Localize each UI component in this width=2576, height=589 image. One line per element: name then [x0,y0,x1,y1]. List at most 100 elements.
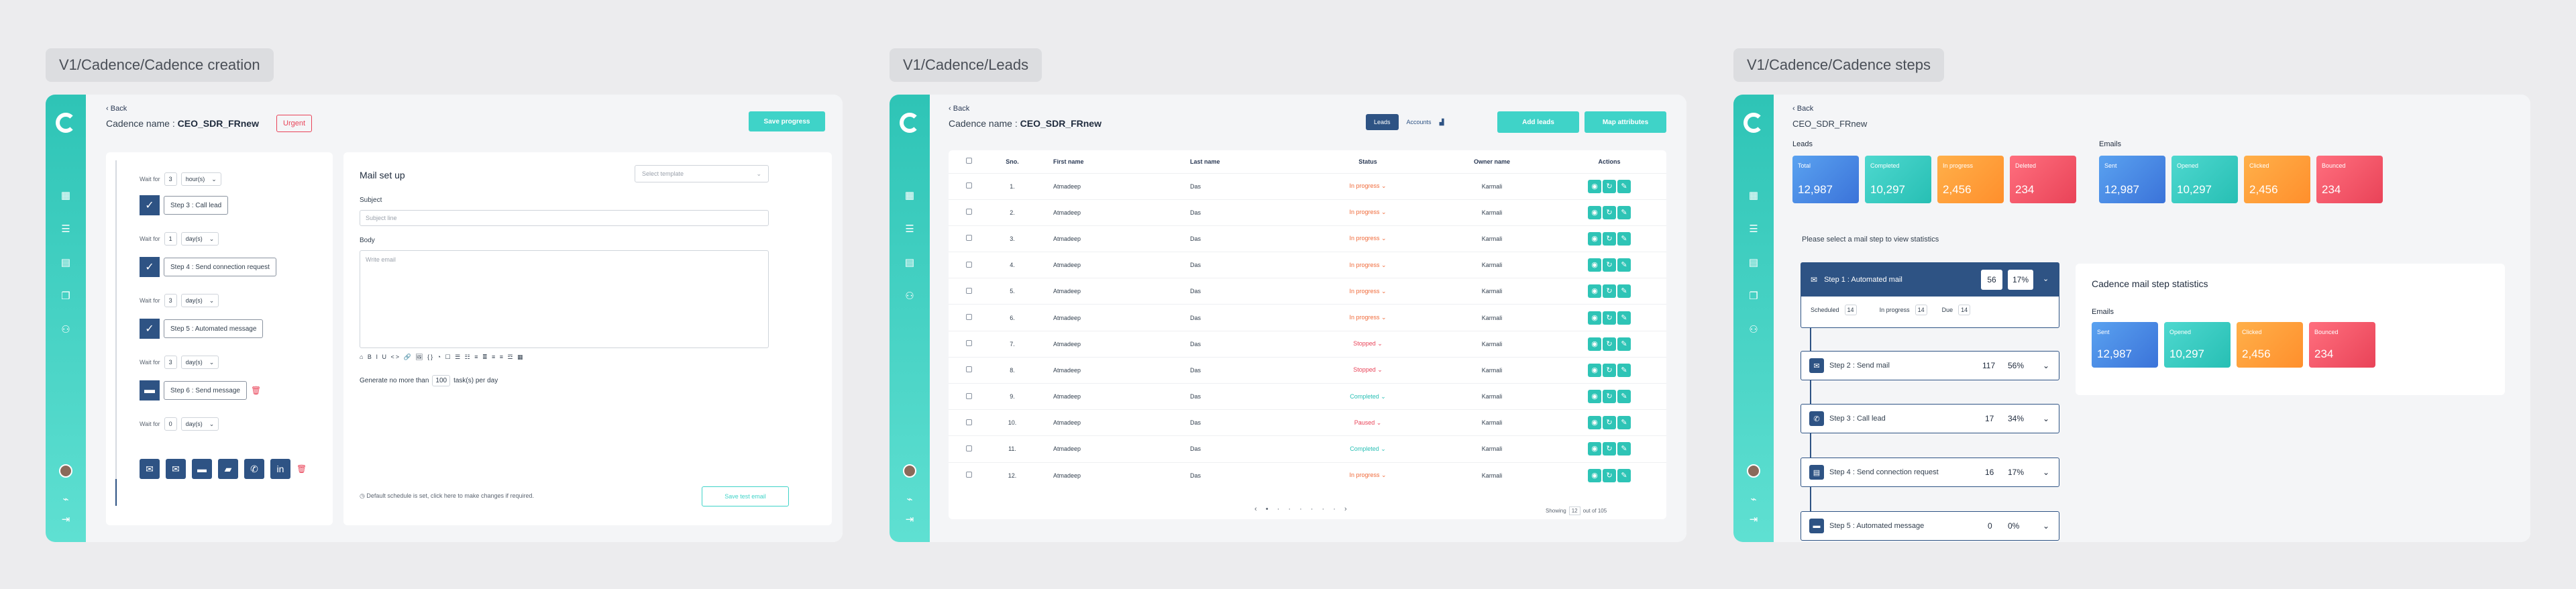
filter-icon[interactable]: ☰ [904,224,915,235]
edit-icon[interactable]: ✎ [1617,231,1631,246]
email-card-opened[interactable]: Opened 10,297 [2171,156,2238,203]
chevron-down-icon[interactable]: ⌄ [1379,314,1387,321]
wait-number-field[interactable]: 3 [164,172,177,186]
refresh-icon[interactable]: ↻ [1603,390,1616,404]
chevron-down-icon[interactable]: ⌄ [1376,366,1383,373]
urgent-badge[interactable]: Urgent [276,115,313,132]
back-link[interactable]: ‹ Back [106,105,127,113]
edit-icon[interactable]: ✎ [1617,390,1631,404]
tab-accounts[interactable]: Accounts [1401,114,1437,130]
lead-card-total[interactable]: Total 12,987 [1792,156,1859,203]
row-checkbox[interactable] [949,252,989,278]
table-row[interactable]: 1. Atmadeep Das In progress ⌄ Karmali ◉ ↻ ✎ [949,173,1666,199]
refresh-icon[interactable]: ↻ [1603,337,1616,351]
view-icon[interactable]: ◉ [1588,468,1601,482]
edit-icon[interactable]: ✎ [1617,468,1631,482]
row-checkbox[interactable] [949,436,989,462]
row-checkbox[interactable] [949,357,989,383]
table-row[interactable]: 9. Atmadeep Das Completed ⌄ Karmali ◉ ↻ ✎ [949,383,1666,410]
status-cell[interactable]: In progress ⌄ [1304,225,1432,252]
view-icon[interactable]: ◉ [1588,390,1601,404]
editor-toolbar[interactable]: ⌂ B I U <> 🔗 🖼 {} ◔ ☐ ☰ ☷ ≡ ≣ ≡ ≡ ☲ ▦ [360,354,525,361]
table-row[interactable]: 7. Atmadeep Das Stopped ⌄ Karmali ◉ ↻ ✎ [949,331,1666,357]
status-cell[interactable]: In progress ⌄ [1304,252,1432,278]
edit-icon[interactable]: ✎ [1617,442,1631,456]
lead-card-deleted[interactable]: Deleted 234 [2010,156,2076,203]
step-card[interactable]: ✆ Step 3 : Call lead 17 34% ⌄ [1801,404,2059,433]
add-leads-button[interactable]: Add leads [1497,111,1579,133]
message-icon[interactable]: ▬ [192,459,212,479]
table-row[interactable]: 3. Atmadeep Das In progress ⌄ Karmali ◉ ↻ ✎ [949,225,1666,252]
back-label[interactable]: Back [111,105,127,113]
save-test-email-button[interactable]: Save test email [702,486,789,506]
list-icon[interactable]: ▤ [904,258,915,268]
save-progress-button[interactable]: Save progress [749,111,825,131]
stats-icon[interactable]: ⌁ [904,494,915,505]
schedule-note[interactable]: ◷ Default schedule is set, click here to… [360,492,534,500]
edit-icon[interactable]: ✎ [1617,258,1631,272]
step-card[interactable]: ▤ Step 4 : Send connection request 16 17% ⌄ [1801,458,2059,487]
logout-icon[interactable]: ⇥ [904,515,915,525]
map-attributes-button[interactable]: Map attributes [1585,111,1666,133]
linkedin-icon[interactable]: in [270,459,290,479]
table-row[interactable]: 5. Atmadeep Das In progress ⌄ Karmali ◉ ↻ ✎ [949,278,1666,305]
step-item[interactable]: ✓ Step 5 : Automated message [140,319,264,339]
view-icon[interactable]: ◉ [1588,311,1601,325]
chevron-down-icon[interactable]: ⌄ [1379,262,1387,268]
step-item-active[interactable]: ▬ Step 6 : Send message 🗑 [140,380,261,400]
view-icon[interactable]: ◉ [1588,284,1601,299]
subject-input[interactable]: Subject line [360,210,769,226]
step-card-selected[interactable]: ✉ Step 1 : Automated mail 56 17% ⌄ Sched… [1801,262,2059,328]
users-icon[interactable]: ⚇ [904,291,915,302]
chevron-down-icon[interactable]: ⌄ [2043,361,2049,370]
table-row[interactable]: 10. Atmadeep Das Paused ⌄ Karmali ◉ ↻ ✎ [949,409,1666,436]
avatar[interactable] [903,464,916,478]
dashboard-icon[interactable]: ▦ [1748,191,1759,201]
table-row[interactable]: 12. Atmadeep Das In progress ⌄ Karmali ◉ ↻ ✎ [949,462,1666,488]
stat-card-bounced[interactable]: Bounced 234 [2309,322,2375,368]
chevron-down-icon[interactable]: ⌄ [2043,414,2049,423]
wait-unit-select[interactable]: day(s) ⌄ [180,417,219,431]
pagination[interactable]: ‹ • · · · · · · › [1254,505,1350,513]
chevron-down-icon[interactable]: ⌄ [1379,472,1387,478]
view-icon[interactable]: ◉ [1588,205,1601,219]
bar-chart-icon[interactable]: ▟ [1440,119,1444,126]
refresh-icon[interactable]: ↻ [1603,311,1616,325]
delete-icon[interactable]: 🗑 [251,386,261,395]
table-row[interactable]: 4. Atmadeep Das In progress ⌄ Karmali ◉ ↻ ✎ [949,252,1666,278]
back-label[interactable]: Back [1797,105,1813,113]
wait-number-field[interactable]: 1 [164,232,177,246]
automated-mail-icon[interactable]: ✉ [166,459,186,479]
copy-icon[interactable]: ❐ [1748,291,1759,302]
refresh-icon[interactable]: ↻ [1603,231,1616,246]
select-all-checkbox[interactable] [949,150,989,173]
refresh-icon[interactable]: ↻ [1603,363,1616,377]
edit-icon[interactable]: ✎ [1617,284,1631,299]
edit-icon[interactable]: ✎ [1617,337,1631,351]
refresh-icon[interactable]: ↻ [1603,468,1616,482]
wait-unit-select[interactable]: day(s) ⌄ [180,232,219,246]
users-icon[interactable]: ⚇ [1748,325,1759,335]
table-row[interactable]: 11. Atmadeep Das Completed ⌄ Karmali ◉ ↻ ✎ [949,435,1666,462]
users-icon[interactable]: ⚇ [60,325,71,335]
row-checkbox[interactable] [949,173,989,199]
dashboard-icon[interactable]: ▦ [60,191,71,201]
status-cell[interactable]: Paused ⌄ [1304,410,1432,436]
back-link[interactable]: ‹ Back [949,105,969,113]
automated-message-icon[interactable]: ▰ [218,459,238,479]
call-icon[interactable]: ✆ [244,459,264,479]
stat-card-clicked[interactable]: Clicked 2,456 [2237,322,2303,368]
back-label[interactable]: Back [953,105,969,113]
edit-icon[interactable]: ✎ [1617,179,1631,193]
mail-icon[interactable]: ✉ [140,459,160,479]
step-item[interactable]: ✓ Step 4 : Send connection request [140,257,276,277]
step-item[interactable]: ✓ Step 3 : Call lead [140,195,229,215]
status-cell[interactable]: Stopped ⌄ [1304,357,1432,383]
chevron-down-icon[interactable]: ⌄ [2043,468,2049,477]
row-checkbox[interactable] [949,331,989,357]
refresh-icon[interactable]: ↻ [1603,284,1616,299]
edit-icon[interactable]: ✎ [1617,416,1631,430]
view-icon[interactable]: ◉ [1588,442,1601,456]
view-icon[interactable]: ◉ [1588,231,1601,246]
lead-card-in-progress[interactable]: In progress 2,456 [1937,156,2004,203]
